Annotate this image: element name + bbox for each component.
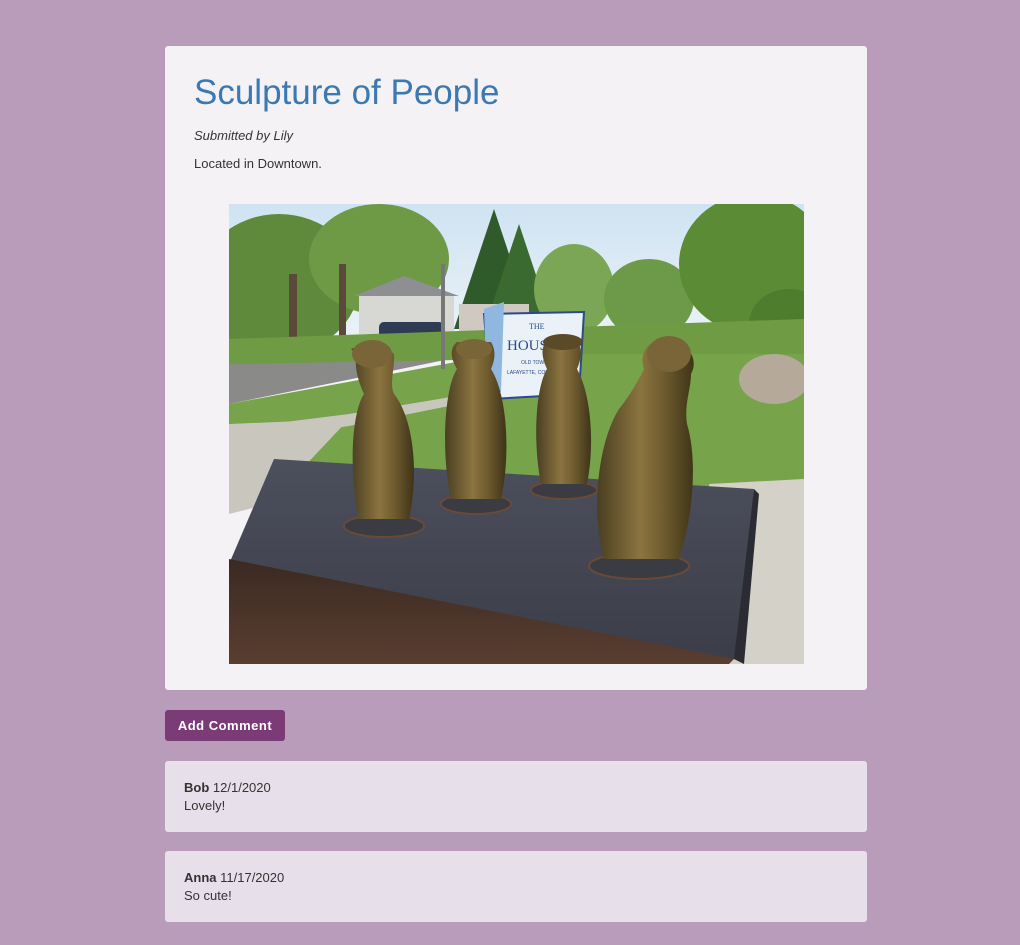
comment-date: 12/1/2020: [212, 780, 271, 795]
comment-item: Bob 12/1/2020 Lovely!: [165, 761, 867, 832]
comment-text: Lovely!: [184, 798, 226, 813]
add-comment-button[interactable]: Add Comment: [165, 710, 285, 741]
comment-text: So cute!: [184, 888, 232, 903]
comment-author: Anna: [184, 870, 217, 885]
comment-item: Anna 11/17/2020 So cute!: [165, 851, 867, 922]
submitted-by: Submitted by Lily: [194, 128, 293, 143]
sculpture-photo: THE HOUSE IN OLD TOWN LAFAYETTE, COLORAD…: [229, 204, 804, 664]
location-text: Located in Downtown.: [194, 156, 322, 171]
comment-date: 11/17/2020: [220, 870, 285, 885]
post-card: Sculpture of People Submitted by Lily Lo…: [165, 46, 867, 690]
page-title: Sculpture of People: [194, 73, 500, 112]
sign-text-line1: THE: [529, 322, 545, 331]
comment-author: Bob: [184, 780, 210, 795]
